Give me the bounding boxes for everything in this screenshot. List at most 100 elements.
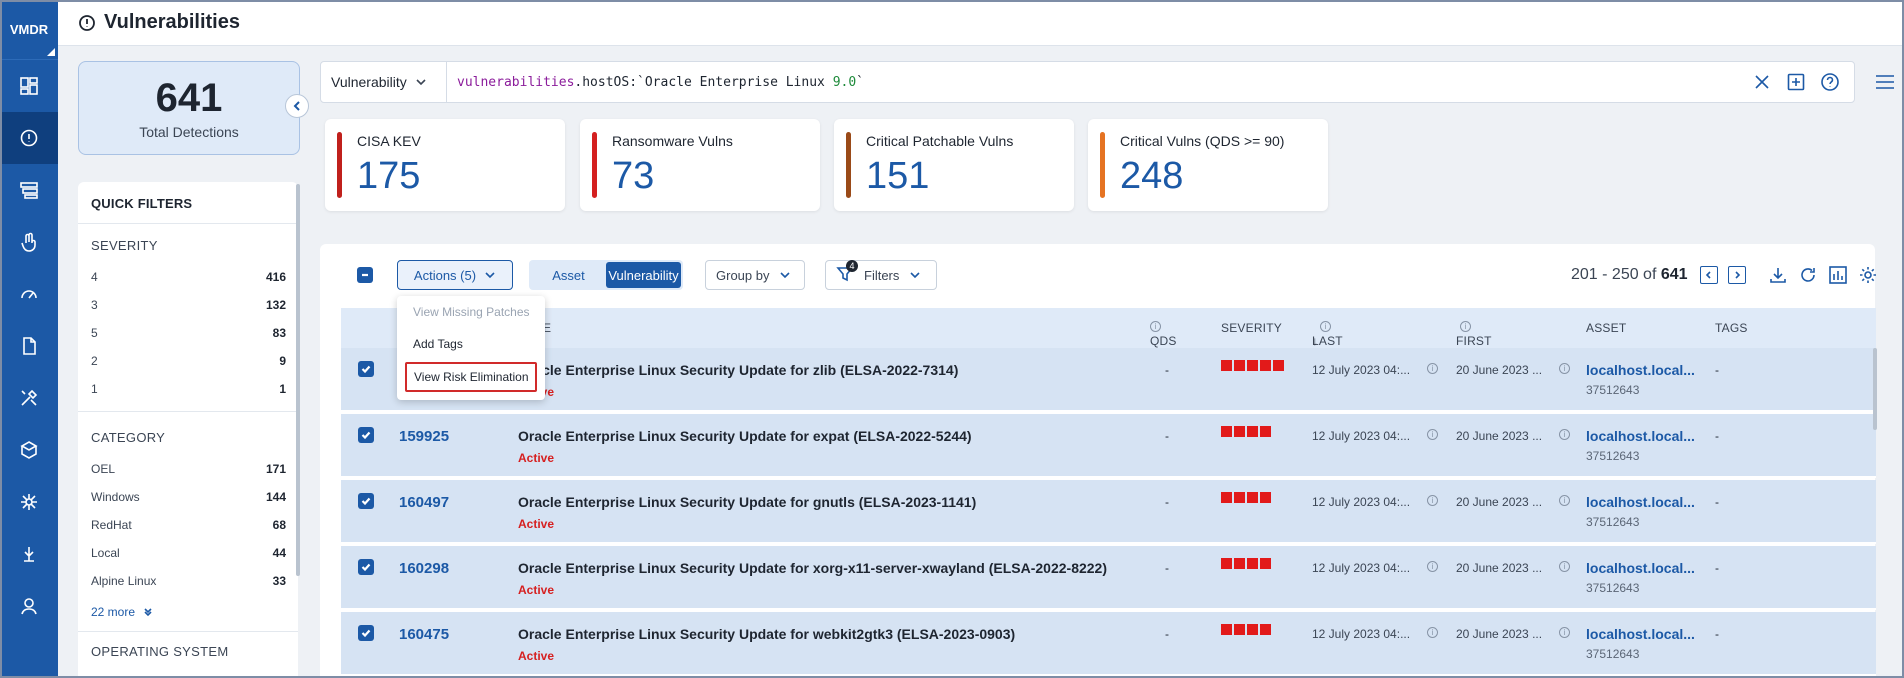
stat-card-ransomware[interactable]: Ransomware Vulns 73 [580, 119, 820, 211]
row-asset-host[interactable]: localhost.local... [1586, 362, 1695, 378]
row-asset-host[interactable]: localhost.local... [1586, 494, 1695, 510]
filter-severity-4[interactable]: 4 416 [78, 263, 298, 291]
group-by-dropdown[interactable]: Group by [705, 260, 805, 290]
close-icon[interactable] [1752, 72, 1772, 92]
info-icon[interactable]: i [1559, 429, 1570, 440]
menu-item-view-risk-elimination[interactable]: View Risk Elimination [405, 362, 537, 392]
stat-card-critical-patchable[interactable]: Critical Patchable Vulns 151 [834, 119, 1074, 211]
row-qid[interactable]: 160497 [399, 494, 449, 511]
info-icon[interactable]: i [1427, 561, 1438, 572]
row-checkbox[interactable] [358, 559, 374, 575]
nav-assets[interactable] [0, 164, 58, 216]
info-icon[interactable]: i [1427, 363, 1438, 374]
row-asset-host[interactable]: localhost.local... [1586, 428, 1695, 444]
row-title[interactable]: Oracle Enterprise Linux Security Update … [518, 362, 958, 378]
row-checkbox[interactable] [358, 427, 374, 443]
filter-category-alpine[interactable]: Alpine Linux 33 [78, 567, 298, 595]
nav-remediation[interactable] [0, 372, 58, 424]
row-asset-host[interactable]: localhost.local... [1586, 560, 1695, 576]
toggle-asset[interactable]: Asset [531, 262, 606, 288]
row-title[interactable]: Oracle Enterprise Linux Security Update … [518, 626, 1015, 642]
row-qid[interactable]: 160298 [399, 560, 449, 577]
bar-chart-icon[interactable] [1828, 265, 1848, 285]
toggle-vulnerability[interactable]: Vulnerability [606, 262, 681, 288]
col-header-asset[interactable]: ASSET [1586, 321, 1626, 335]
collapse-panel-button[interactable] [285, 94, 309, 118]
search-type-select[interactable]: Vulnerability [321, 62, 447, 102]
row-title[interactable]: Oracle Enterprise Linux Security Update … [518, 560, 1107, 576]
refresh-icon[interactable] [1798, 265, 1818, 285]
info-icon[interactable]: i [1320, 321, 1331, 332]
row-status: Active [518, 451, 555, 465]
info-icon[interactable]: i [1460, 321, 1471, 332]
brand-logo[interactable]: VMDR [0, 0, 58, 60]
row-last-detected: 12 July 2023 04:... [1312, 363, 1411, 377]
table-row[interactable]: Oracle Enterprise Linux Security Update … [341, 348, 1876, 412]
row-checkbox[interactable] [358, 493, 374, 509]
settings-gear-icon[interactable] [1858, 265, 1878, 285]
filters-scrollbar[interactable] [296, 184, 300, 576]
filter-severity-5[interactable]: 5 83 [78, 319, 298, 347]
filter-category-windows[interactable]: Windows 144 [78, 483, 298, 511]
info-icon[interactable]: i [1427, 429, 1438, 440]
pagination-total: 641 [1660, 266, 1688, 283]
col-header-first-detected[interactable]: FIRST DETECTEDi [1456, 321, 1522, 362]
menu-button[interactable] [1874, 72, 1896, 95]
info-icon[interactable]: i [1150, 321, 1161, 332]
filter-category-oel[interactable]: OEL 171 [78, 455, 298, 483]
stat-card-critical-qds[interactable]: Critical Vulns (QDS >= 90) 248 [1088, 119, 1328, 211]
prev-page-button[interactable] [1700, 266, 1718, 284]
col-header-qds[interactable]: QDS i [1150, 321, 1176, 348]
row-checkbox[interactable] [358, 625, 374, 641]
next-page-button[interactable] [1728, 266, 1746, 284]
row-asset-id: 37512643 [1586, 647, 1640, 661]
table-row[interactable]: 160475 Oracle Enterprise Linux Security … [341, 612, 1876, 676]
row-qds: - [1165, 363, 1169, 377]
nav-network[interactable] [0, 476, 58, 528]
nav-dashboard[interactable] [0, 60, 58, 112]
filter-severity-1[interactable]: 11 [78, 375, 298, 403]
info-icon[interactable]: i [1427, 495, 1438, 506]
row-title[interactable]: Oracle Enterprise Linux Security Update … [518, 428, 972, 444]
info-icon[interactable]: i [1559, 495, 1570, 506]
show-more-link[interactable]: 22 more [78, 595, 298, 631]
nav-vulnerabilities[interactable] [0, 112, 58, 164]
total-detections-label: Total Detections [139, 124, 239, 140]
row-checkbox[interactable] [358, 361, 374, 377]
add-square-icon[interactable] [1786, 72, 1806, 92]
filters-dropdown[interactable]: 4 Filters [825, 259, 937, 290]
info-icon[interactable]: i [1427, 627, 1438, 638]
select-all-checkbox[interactable] [357, 267, 373, 283]
search-query-input[interactable]: vulnerabilities.hostOS:`Oracle Enterpris… [447, 75, 1752, 90]
download-icon[interactable] [1768, 265, 1788, 285]
nav-responses[interactable] [0, 216, 58, 268]
col-header-last-detected[interactable]: LAST DETECTED↓i [1312, 321, 1378, 362]
info-icon[interactable]: i [1559, 363, 1570, 374]
info-icon[interactable]: i [1559, 561, 1570, 572]
table-scrollbar[interactable] [1873, 348, 1877, 430]
row-asset-host[interactable]: localhost.local... [1586, 626, 1695, 642]
nav-users[interactable] [0, 580, 58, 632]
nav-prioritize[interactable] [0, 268, 58, 320]
menu-item-add-tags[interactable]: Add Tags [397, 328, 545, 360]
stat-card-cisa-kev[interactable]: CISA KEV 175 [325, 119, 565, 211]
row-title[interactable]: Oracle Enterprise Linux Security Update … [518, 494, 976, 510]
table-row[interactable]: 159925 Oracle Enterprise Linux Security … [341, 414, 1876, 478]
table-row[interactable]: 160298 Oracle Enterprise Linux Security … [341, 546, 1876, 610]
menu-item-view-missing-patches[interactable]: View Missing Patches [397, 296, 545, 328]
nav-scans[interactable] [0, 424, 58, 476]
actions-button[interactable]: Actions (5) [397, 260, 513, 290]
nav-reports[interactable] [0, 320, 58, 372]
col-header-tags[interactable]: TAGS [1715, 321, 1748, 335]
table-row[interactable]: 160497 Oracle Enterprise Linux Security … [341, 480, 1876, 544]
filter-severity-2[interactable]: 29 [78, 347, 298, 375]
filter-category-redhat[interactable]: RedHat 68 [78, 511, 298, 539]
nav-scanners[interactable] [0, 528, 58, 580]
help-icon[interactable] [1820, 72, 1840, 92]
filter-category-local[interactable]: Local 44 [78, 539, 298, 567]
row-qid[interactable]: 160475 [399, 626, 449, 643]
filter-severity-3[interactable]: 3 132 [78, 291, 298, 319]
info-icon[interactable]: i [1559, 627, 1570, 638]
col-header-severity[interactable]: SEVERITY [1221, 321, 1282, 335]
row-qid[interactable]: 159925 [399, 428, 449, 445]
